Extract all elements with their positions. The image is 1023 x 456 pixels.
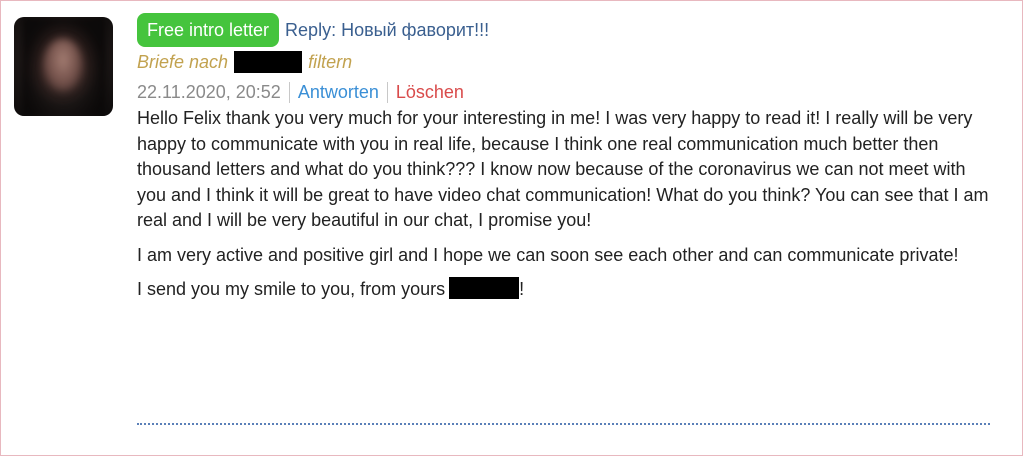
message-closing: I send you my smile to you, from yours!: [137, 277, 997, 303]
message-date: 22.11.2020, 20:52: [137, 81, 290, 103]
delete-link[interactable]: Löschen: [388, 82, 464, 103]
message-meta: 22.11.2020, 20:52 Antworten Löschen: [137, 80, 997, 104]
sender-avatar[interactable]: [14, 17, 113, 116]
message-divider: [137, 423, 990, 425]
filter-prefix: Briefe nach: [137, 51, 229, 72]
closing-punct: !: [519, 279, 525, 299]
message-subject[interactable]: Reply: Новый фаворит!!!: [285, 20, 489, 41]
message-body: Hello Felix thank you very much for your…: [137, 106, 997, 303]
redacted-name: [234, 51, 303, 73]
message-content: Free intro letter Reply: Новый фаворит!!…: [137, 13, 997, 312]
message-header: Free intro letter Reply: Новый фаворит!!…: [137, 13, 997, 47]
message-paragraph: I am very active and positive girl and I…: [137, 244, 959, 265]
free-intro-badge: Free intro letter: [137, 13, 280, 47]
redacted-signature: [449, 277, 520, 299]
avatar-face: [44, 39, 82, 91]
reply-link[interactable]: Antworten: [290, 81, 388, 103]
closing-text: I send you my smile to you, from yours: [137, 279, 446, 299]
filter-suffix: filtern: [308, 51, 353, 72]
filter-letters-link[interactable]: Briefe nach filtern: [137, 50, 997, 74]
message-paragraph: Hello Felix thank you very much for your…: [137, 108, 989, 230]
